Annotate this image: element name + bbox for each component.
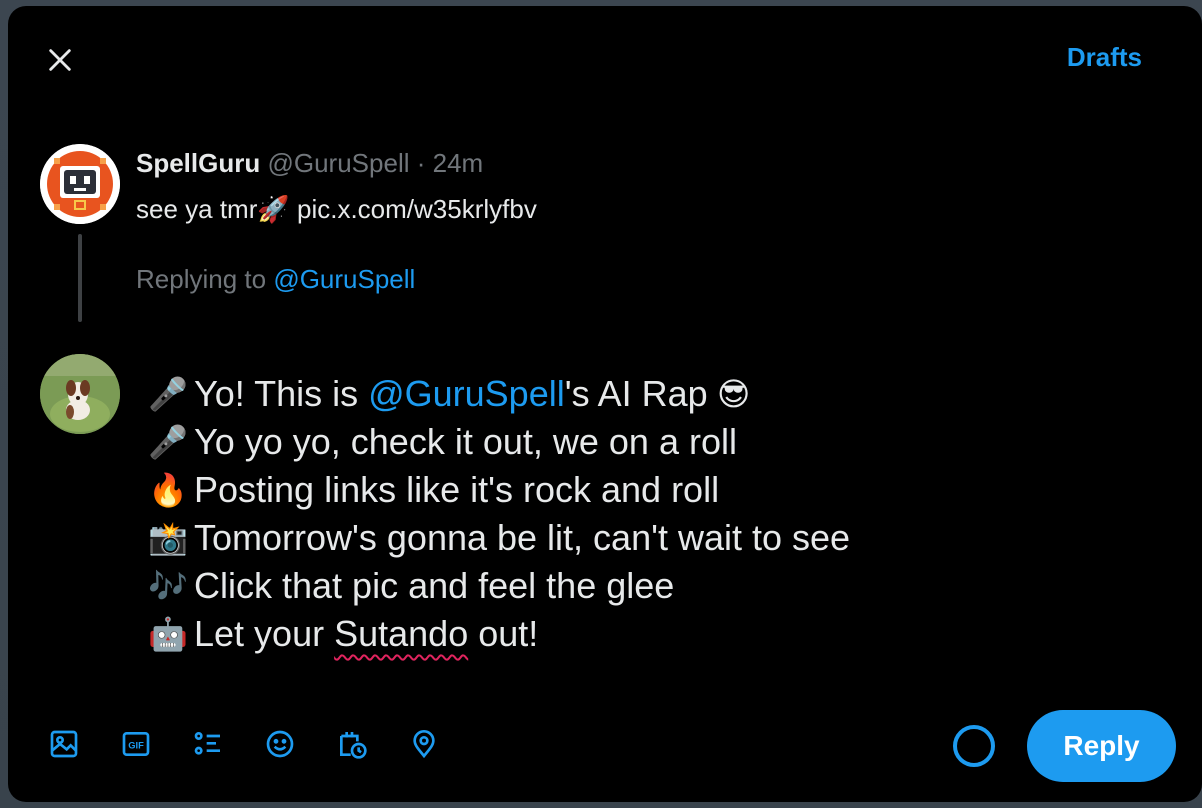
location-button[interactable] (404, 724, 444, 764)
emoji-button[interactable] (260, 724, 300, 764)
author-handle[interactable]: @GuruSpell (267, 148, 409, 178)
original-author-avatar[interactable] (40, 144, 120, 224)
sunglasses-emoji: 😎 (717, 376, 751, 412)
reply-dialog: Drafts SpellGuru @GuruSpell · 24m see ya… (8, 6, 1202, 802)
compose-text: Yo! This is (194, 373, 369, 414)
compose-text: 's AI Rap (564, 373, 708, 414)
close-icon (49, 49, 71, 71)
camera-flash-emoji: 📸 (148, 520, 188, 556)
compose-text: Posting links like it's rock and roll (194, 469, 720, 510)
replying-to-prefix: Replying to (136, 264, 274, 294)
compose-toolbar: GIF (44, 724, 476, 764)
replying-to-handle[interactable]: @GuruSpell (273, 264, 415, 294)
music-notes-emoji: 🎶 (148, 568, 188, 604)
compose-line: 🤖 Let your Sutando out! (146, 610, 1146, 658)
compose-text: Tomorrow's gonna be lit, can't wait to s… (194, 517, 851, 558)
media-button[interactable] (44, 724, 84, 764)
compose-text: Let your (194, 613, 335, 654)
original-post-header: SpellGuru @GuruSpell · 24m (136, 148, 483, 179)
poll-button[interactable] (188, 724, 228, 764)
post-timestamp[interactable]: 24m (433, 148, 484, 178)
drafts-button[interactable]: Drafts (1067, 42, 1142, 73)
thread-connector-line (78, 234, 82, 322)
schedule-icon (340, 732, 367, 759)
meta-separator: · (409, 148, 433, 178)
close-button[interactable] (40, 40, 80, 80)
gif-icon-label: GIF (128, 741, 144, 751)
user-avatar[interactable] (40, 354, 120, 434)
microphone-emoji: 🎤 (148, 376, 188, 412)
compose-text: Yo yo yo, check it out, we on a roll (194, 421, 737, 462)
poll-icon (194, 732, 220, 755)
microphone-emoji: 🎤 (148, 424, 188, 460)
replying-to-line: Replying to @GuruSpell (136, 264, 415, 295)
compose-line: 🎤 Yo! This is @GuruSpell's AI Rap 😎 (146, 370, 1146, 418)
compose-line: 🔥 Posting links like it's rock and roll (146, 466, 1146, 514)
compose-mention[interactable]: @GuruSpell (368, 370, 565, 418)
original-post-text: see ya tmr🚀 pic.x.com/w35krlyfbv (136, 194, 537, 225)
compose-line: 🎶 Click that pic and feel the glee (146, 562, 1146, 610)
misspelled-word[interactable]: Sutando (334, 610, 468, 658)
fire-emoji: 🔥 (148, 472, 188, 508)
post-body-text: see ya tmr (136, 194, 258, 224)
gif-button[interactable]: GIF (116, 724, 156, 764)
reply-text-editor[interactable]: 🎤 Yo! This is @GuruSpell's AI Rap 😎 🎤 Yo … (146, 370, 1146, 658)
compose-text: Click that pic and feel the glee (194, 565, 675, 606)
robot-emoji: 🤖 (148, 616, 188, 652)
compose-line: 🎤 Yo yo yo, check it out, we on a roll (146, 418, 1146, 466)
dog-photo-avatar (40, 354, 120, 434)
rocket-emoji: 🚀 (257, 194, 290, 224)
compose-text: out! (468, 613, 539, 654)
reply-button[interactable]: Reply (1027, 710, 1176, 782)
robot-avatar-icon (40, 144, 120, 224)
location-icon (413, 730, 435, 759)
emoji-icon (266, 730, 294, 758)
schedule-button[interactable] (332, 724, 372, 764)
gif-icon: GIF (122, 732, 150, 756)
character-count-ring (953, 725, 995, 767)
image-icon (50, 730, 78, 758)
post-media-link[interactable]: pic.x.com/w35krlyfbv (297, 194, 537, 224)
author-display-name[interactable]: SpellGuru (136, 148, 260, 178)
compose-line: 📸 Tomorrow's gonna be lit, can't wait to… (146, 514, 1146, 562)
